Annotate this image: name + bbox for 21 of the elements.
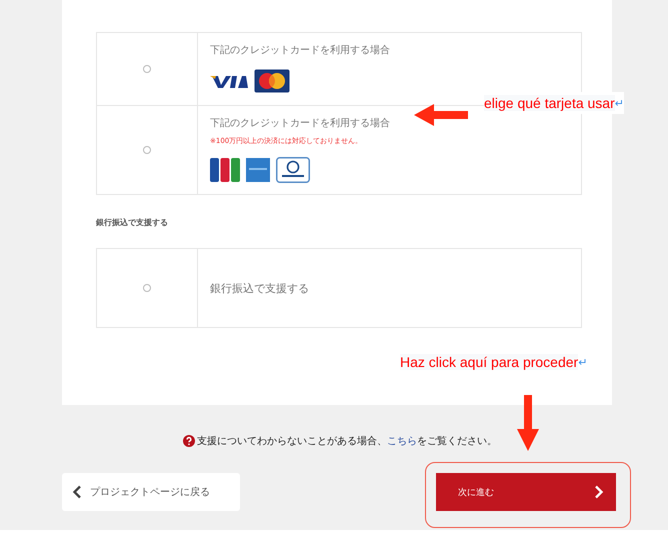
card-logo-icon bbox=[254, 69, 290, 93]
option-title: 銀行振込で支援する bbox=[210, 280, 309, 296]
card-logo-icon bbox=[210, 158, 240, 182]
annotation-label: elige qué tarjeta usar↵ bbox=[484, 92, 624, 114]
help-icon bbox=[183, 435, 195, 447]
radio-button[interactable] bbox=[143, 65, 151, 73]
back-button[interactable]: プロジェクトページに戻る bbox=[62, 473, 240, 511]
next-button[interactable]: 次に進む bbox=[436, 473, 616, 511]
section-heading: 銀行振込で支援する bbox=[96, 217, 169, 228]
radio-button[interactable] bbox=[143, 146, 151, 154]
card-logo-icon bbox=[276, 157, 310, 183]
chevron-right-icon bbox=[594, 485, 604, 499]
arrow-icon bbox=[414, 103, 470, 127]
card-logo-icon bbox=[246, 158, 270, 182]
help-text: 支援についてわからないことがある場合、こちら をご覧ください。 bbox=[197, 434, 497, 448]
arrow-icon bbox=[516, 395, 540, 451]
radio-button[interactable] bbox=[143, 284, 151, 292]
option-title: 下記のクレジットカードを利用する場合 bbox=[210, 44, 390, 57]
option-title: 下記のクレジットカードを利用する場合 bbox=[210, 116, 390, 130]
chevron-left-icon bbox=[72, 485, 82, 499]
help-link[interactable]: こちら bbox=[387, 436, 417, 447]
